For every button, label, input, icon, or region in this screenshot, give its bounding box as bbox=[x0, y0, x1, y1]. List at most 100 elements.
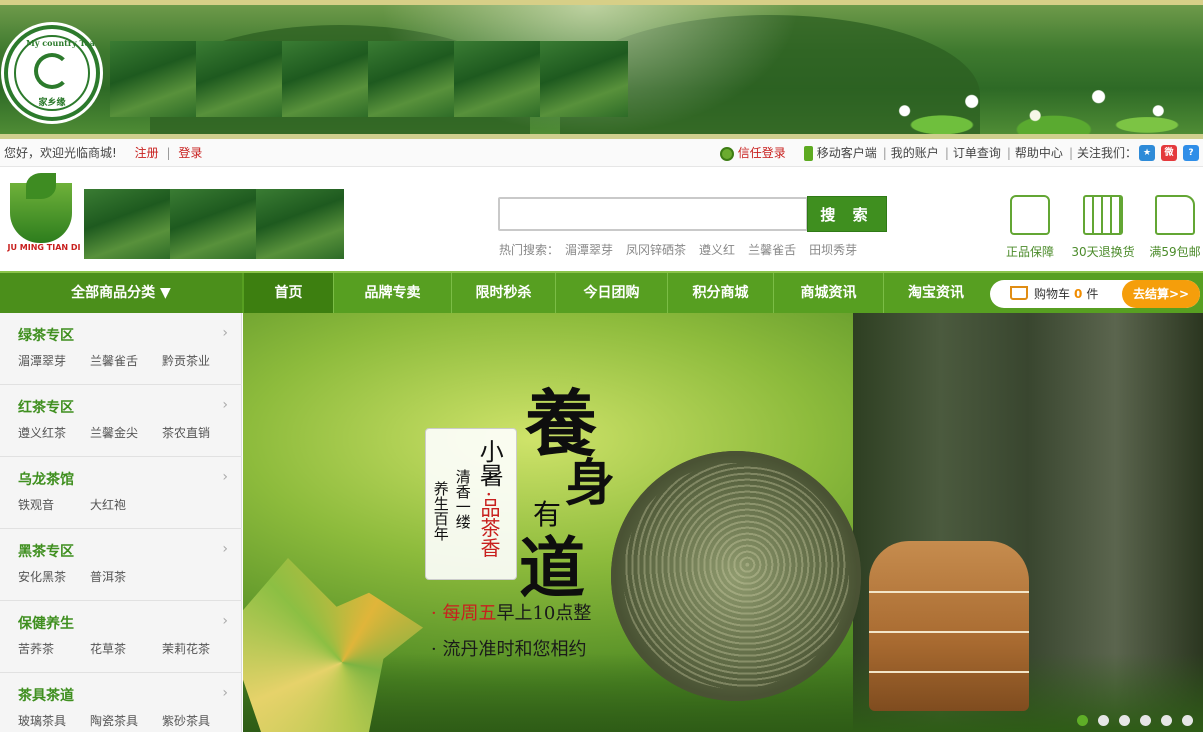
divider: | bbox=[1006, 146, 1011, 160]
hot-search-term[interactable]: 兰馨雀舌 bbox=[748, 243, 796, 257]
category-item[interactable]: 红茶专区 › 遵义红茶 兰馨金尖 茶农直销 bbox=[0, 385, 242, 457]
divider: | bbox=[1068, 146, 1073, 160]
promo-label-card: 小暑 ·品茶香 清香一缕 养生百年 bbox=[425, 428, 517, 580]
subcategory-link[interactable]: 铁观音 bbox=[18, 496, 90, 513]
nav-item-brand[interactable]: 品牌专卖 bbox=[334, 273, 452, 313]
divider: | bbox=[944, 146, 949, 160]
weibo-icon[interactable]: 微 bbox=[1161, 145, 1177, 161]
cart-unit: 件 bbox=[1086, 287, 1099, 301]
subcategory-link[interactable]: 湄潭翠芽 bbox=[18, 352, 90, 369]
banner-tile bbox=[454, 41, 542, 117]
subcategory-link[interactable]: 紫砂茶具 bbox=[162, 712, 234, 729]
subcategory-link[interactable]: 普洱茶 bbox=[90, 568, 162, 585]
chevron-right-icon: › bbox=[222, 469, 228, 485]
nav-item-flash-sale[interactable]: 限时秒杀 bbox=[452, 273, 556, 313]
hot-search-label: 热门搜索： bbox=[499, 243, 560, 257]
my-account-link[interactable]: 我的账户 bbox=[891, 139, 939, 167]
category-title[interactable]: 茶具茶道 bbox=[18, 685, 74, 705]
top-bar: 您好，欢迎光临商城! 注册 | 登录 信任登录 移动客户端 | 我的账户 | 订… bbox=[0, 139, 1203, 167]
carousel-dot[interactable] bbox=[1119, 715, 1130, 726]
trust-login-link[interactable]: 信任登录 bbox=[719, 139, 786, 167]
calendar-icon bbox=[1083, 195, 1123, 235]
help-center-link[interactable]: 帮助中心 bbox=[1015, 139, 1063, 167]
cart-summary: 购物车 0 件 bbox=[1034, 280, 1098, 308]
pu-erh-tea-cake-image bbox=[611, 451, 861, 701]
thumbs-up-icon bbox=[1010, 195, 1050, 235]
category-item[interactable]: 黑茶专区 › 安化黑茶 普洱茶 bbox=[0, 529, 242, 601]
hero-carousel[interactable]: 小暑 ·品茶香 清香一缕 养生百年 養 身 有 道 · 每周五早上10点整 · … bbox=[243, 313, 1203, 732]
promo-label-subtitle: ·品茶香 bbox=[477, 491, 501, 558]
nav-item-home[interactable]: 首页 bbox=[244, 273, 334, 313]
carousel-dot[interactable] bbox=[1182, 715, 1193, 726]
subcategory-link[interactable]: 花草茶 bbox=[90, 640, 162, 657]
subcategory-link[interactable]: 茉莉花茶 bbox=[162, 640, 234, 657]
follow-us-label: 关注我们： bbox=[1076, 146, 1137, 160]
subcategory-link[interactable]: 兰馨雀舌 bbox=[90, 352, 162, 369]
login-link[interactable]: 登录 bbox=[178, 146, 202, 160]
register-link[interactable]: 注册 bbox=[135, 146, 159, 160]
category-item[interactable]: 绿茶专区 › 湄潭翠芽 兰馨雀舌 黔贡茶业 bbox=[0, 313, 242, 385]
qq-icon[interactable]: ? bbox=[1183, 145, 1199, 161]
free-shipping[interactable]: 满59包邮 bbox=[1148, 195, 1202, 260]
all-categories-button[interactable]: 全部商品分类 ▼ bbox=[0, 273, 242, 313]
category-title[interactable]: 绿茶专区 bbox=[18, 325, 74, 345]
subcategory-link[interactable]: 苦荞茶 bbox=[18, 640, 90, 657]
nav-item-points-mall[interactable]: 积分商城 bbox=[668, 273, 774, 313]
nav-item-mall-news[interactable]: 商城资讯 bbox=[774, 273, 884, 313]
site-logo[interactable]: My country Tea 家乡缘 bbox=[4, 25, 100, 121]
chevron-right-icon: › bbox=[222, 613, 228, 629]
subcategory-link[interactable]: 大红袍 bbox=[90, 496, 162, 513]
category-title[interactable]: 保健养生 bbox=[18, 613, 74, 633]
category-title[interactable]: 红茶专区 bbox=[18, 397, 74, 417]
subcategory-link[interactable]: 遵义红茶 bbox=[18, 424, 90, 441]
store-logo[interactable]: JU MING TIAN DI bbox=[4, 173, 80, 259]
category-sidebar: 绿茶专区 › 湄潭翠芽 兰馨雀舌 黔贡茶业 红茶专区 › 遵义红茶 兰馨金尖 茶农直销 … bbox=[0, 313, 242, 732]
category-item[interactable]: 茶具茶道 › 玻璃茶具 陶瓷茶具 紫砂茶具 bbox=[0, 673, 242, 745]
subcategory-link[interactable]: 茶农直销 bbox=[162, 424, 234, 441]
carousel-indicators bbox=[1067, 715, 1193, 726]
carousel-dot[interactable] bbox=[1161, 715, 1172, 726]
subcategory-link[interactable]: 兰馨金尖 bbox=[90, 424, 162, 441]
search-button[interactable]: 搜 索 bbox=[807, 196, 887, 232]
tea-brick-stack-image bbox=[869, 541, 1029, 711]
hero-schedule-line: · 每周五早上10点整 bbox=[431, 599, 591, 625]
subcategory-link[interactable]: 安化黑茶 bbox=[18, 568, 90, 585]
subcategory-link[interactable]: 黔贡茶业 bbox=[162, 352, 234, 369]
search-input[interactable] bbox=[498, 197, 808, 231]
checkout-button[interactable]: 去结算>> bbox=[1122, 280, 1200, 308]
category-title[interactable]: 乌龙茶馆 bbox=[18, 469, 74, 489]
return-policy[interactable]: 30天退换货 bbox=[1070, 195, 1136, 260]
hot-search-term[interactable]: 凤冈锌硒茶 bbox=[626, 243, 686, 257]
hot-search-term[interactable]: 田坝秀芽 bbox=[809, 243, 857, 257]
hot-searches: 热门搜索： 湄潭翠芽 凤冈锌硒茶 遵义红 兰馨雀舌 田坝秀芽 bbox=[499, 241, 870, 258]
truck-icon bbox=[1155, 195, 1195, 235]
cart-widget[interactable]: 购物车 0 件 去结算>> bbox=[990, 280, 1200, 308]
logo-ring-text: My country Tea bbox=[26, 38, 95, 48]
leaf-icon bbox=[26, 173, 56, 199]
hero-headline-char: 道 bbox=[519, 529, 585, 607]
header: JU MING TIAN DI 搜 索 热门搜索： 湄潭翠芽 凤冈锌硒茶 遵义红 兰馨雀… bbox=[0, 167, 1203, 271]
hot-search-term[interactable]: 遵义红 bbox=[699, 243, 735, 257]
mobile-client-link[interactable]: 移动客户端 bbox=[803, 139, 877, 167]
hero-schedule-time: 早上10点整 bbox=[496, 603, 592, 624]
mobile-client-label: 移动客户端 bbox=[816, 146, 877, 160]
carousel-dot[interactable] bbox=[1140, 715, 1151, 726]
qzone-icon[interactable]: ★ bbox=[1139, 145, 1155, 161]
genuine-guarantee[interactable]: 正品保障 bbox=[1002, 195, 1058, 260]
category-item[interactable]: 乌龙茶馆 › 铁观音 大红袍 bbox=[0, 457, 242, 529]
subcategory-link[interactable]: 玻璃茶具 bbox=[18, 712, 90, 729]
logo-brand-text: 家乡缘 bbox=[38, 98, 66, 108]
order-query-link[interactable]: 订单查询 bbox=[953, 139, 1001, 167]
shopping-cart-icon bbox=[1010, 286, 1028, 300]
category-title[interactable]: 黑茶专区 bbox=[18, 541, 74, 561]
hero-schedule-day: · 每周五 bbox=[431, 603, 497, 624]
subcategory-link[interactable]: 陶瓷茶具 bbox=[90, 712, 162, 729]
nav-item-group-buy[interactable]: 今日团购 bbox=[556, 273, 668, 313]
hot-search-term[interactable]: 湄潭翠芽 bbox=[565, 243, 613, 257]
category-item[interactable]: 保健养生 › 苦荞茶 花草茶 茉莉花茶 bbox=[0, 601, 242, 673]
carousel-dot[interactable] bbox=[1077, 715, 1088, 726]
cart-label: 购物车 bbox=[1034, 287, 1071, 301]
store-logo-text: JU MING TIAN DI bbox=[7, 243, 81, 252]
carousel-dot[interactable] bbox=[1098, 715, 1109, 726]
nav-item-taobao-news[interactable]: 淘宝资讯 bbox=[884, 273, 988, 313]
